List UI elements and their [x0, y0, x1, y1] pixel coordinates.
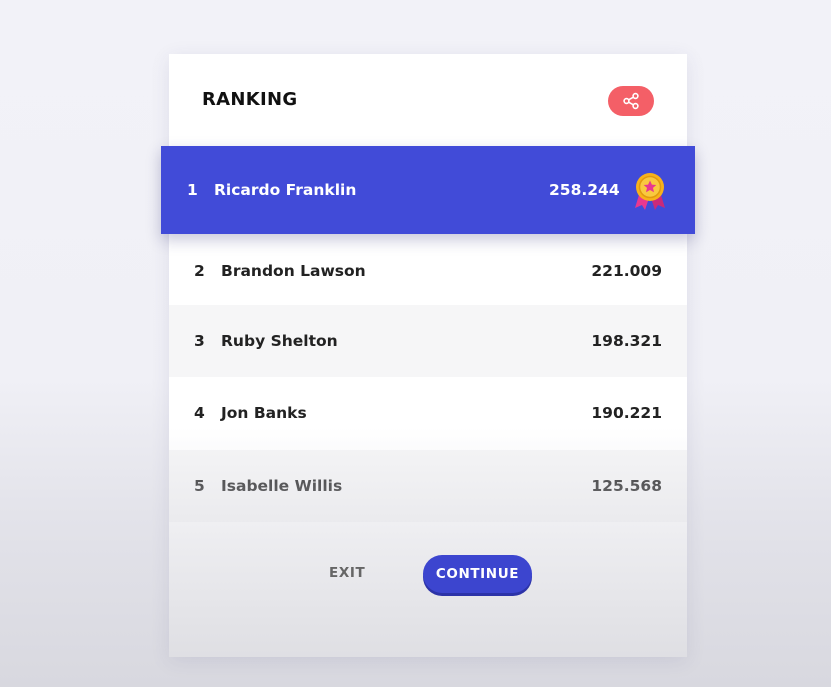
table-row[interactable]: 3 Ruby Shelton 198.321: [169, 305, 687, 377]
page-title: RANKING: [202, 89, 298, 110]
table-row[interactable]: 2 Brandon Lawson 221.009: [169, 235, 687, 307]
ranking-card: RANKING 2 Brandon Lawson 221.009 3 Ruby …: [169, 54, 687, 657]
row-rank: 5: [194, 477, 205, 495]
row-score: 198.321: [591, 332, 662, 350]
row-name: Jon Banks: [221, 404, 307, 422]
leader-row[interactable]: 1 Ricardo Franklin 258.244: [161, 146, 695, 234]
row-rank: 3: [194, 332, 205, 350]
ranking-footer: EXIT CONTINUE: [169, 522, 687, 657]
row-rank: 4: [194, 404, 205, 422]
ranking-header: RANKING: [169, 54, 687, 145]
row-name: Isabelle Willis: [221, 477, 343, 495]
row-score: 125.568: [591, 477, 662, 495]
share-button[interactable]: [608, 86, 654, 116]
continue-button[interactable]: CONTINUE: [423, 555, 532, 593]
leader-rank: 1: [187, 181, 198, 199]
row-name: Brandon Lawson: [221, 262, 366, 280]
leader-score: 258.244: [549, 181, 620, 199]
row-score: 190.221: [591, 404, 662, 422]
share-icon: [623, 92, 639, 110]
table-row[interactable]: 4 Jon Banks 190.221: [169, 377, 687, 449]
row-rank: 2: [194, 262, 205, 280]
row-name: Ruby Shelton: [221, 332, 338, 350]
table-row[interactable]: 5 Isabelle Willis 125.568: [169, 450, 687, 522]
leader-name: Ricardo Franklin: [214, 181, 357, 199]
row-score: 221.009: [591, 262, 662, 280]
medal-icon: [635, 173, 665, 210]
exit-button[interactable]: EXIT: [329, 565, 365, 581]
